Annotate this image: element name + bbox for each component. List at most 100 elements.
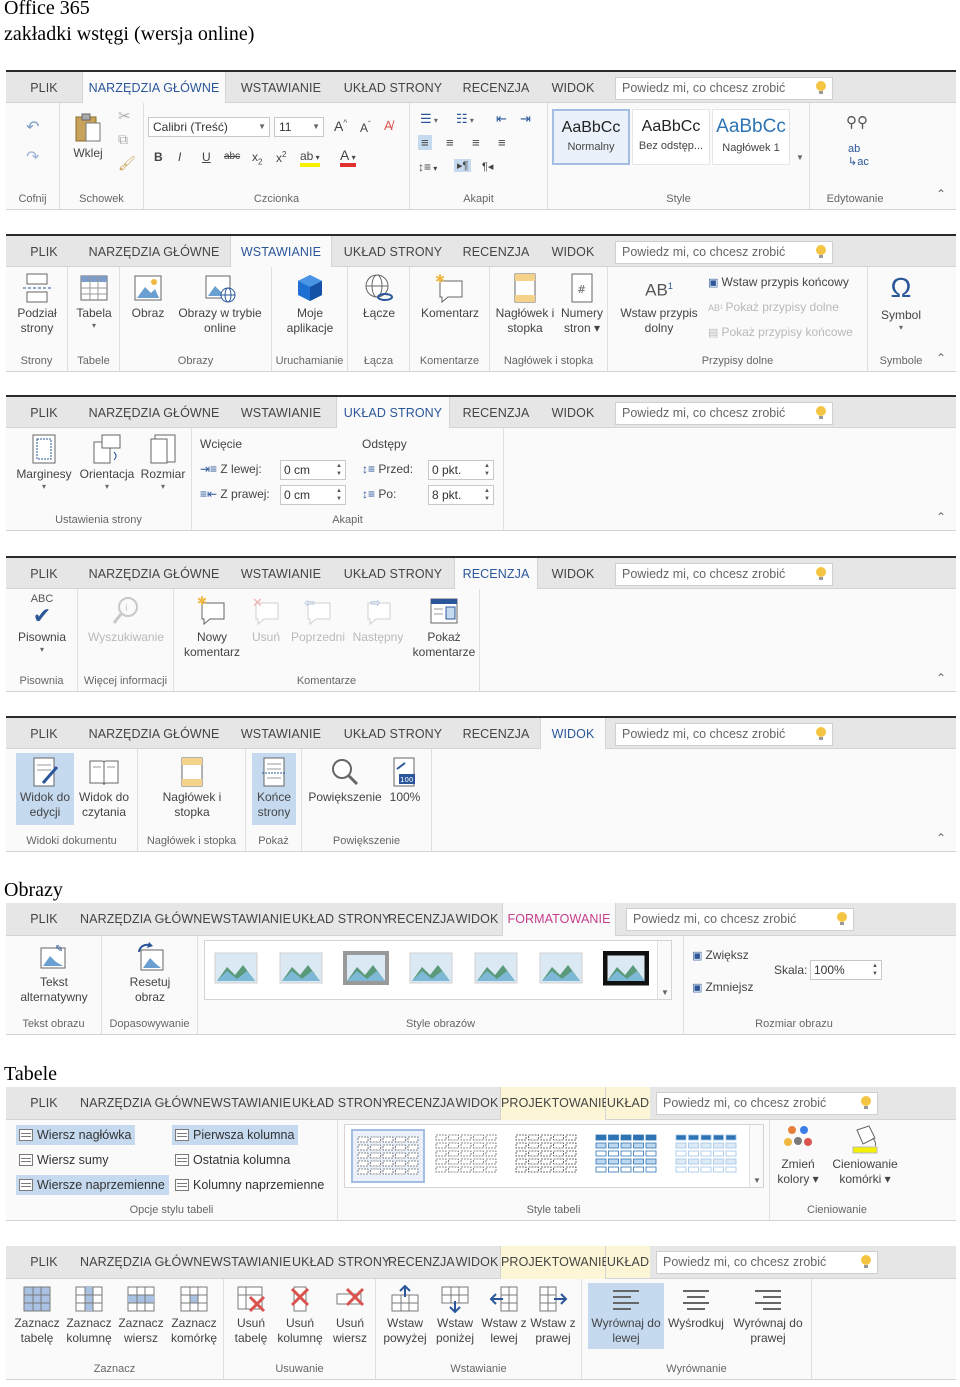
grow-button[interactable]: ▣ Zwiększ bbox=[692, 948, 749, 962]
tab-insert[interactable]: WSTAWIANIE bbox=[234, 718, 328, 750]
page-numbers-button[interactable]: # Numery stron ▾ bbox=[558, 273, 606, 336]
tab-file[interactable]: PLIK bbox=[18, 236, 70, 268]
select-column-button[interactable]: Zaznacz kolumnę bbox=[64, 1285, 114, 1346]
tell-me-input[interactable]: Powiedz mi, co chcesz zrobić bbox=[626, 908, 854, 931]
cell-shading-button[interactable]: Cieniowanie komórki ▾ bbox=[828, 1124, 902, 1187]
table-style-thumbnail[interactable] bbox=[431, 1129, 505, 1183]
table-style-thumbnail[interactable] bbox=[591, 1129, 665, 1183]
picture-style-thumbnail[interactable] bbox=[278, 951, 324, 987]
tab-review[interactable]: RECENZJA bbox=[458, 718, 534, 750]
tab-home[interactable]: NARZĘDZIA GŁÓWNE bbox=[82, 558, 226, 590]
lookup-button[interactable]: i Wyszukiwanie bbox=[82, 595, 170, 645]
gallery-more-icon[interactable]: ▼ bbox=[749, 1125, 763, 1187]
tab-insert[interactable]: WSTAWIANIE bbox=[230, 236, 332, 269]
tab-view[interactable]: WIDOK bbox=[452, 903, 502, 935]
align-right-icon[interactable]: ≡ bbox=[472, 135, 480, 150]
tab-layout[interactable]: UKŁAD STRONY bbox=[340, 718, 446, 750]
numbering-icon[interactable]: ☷ ▾ bbox=[456, 111, 474, 127]
tab-insert[interactable]: WSTAWIANIE bbox=[208, 903, 294, 935]
tab-view[interactable]: WIDOK bbox=[452, 1087, 502, 1119]
collapse-ribbon-icon[interactable]: ⌃ bbox=[936, 831, 946, 845]
tab-view[interactable]: WIDOK bbox=[544, 72, 602, 104]
tab-layout[interactable]: UKŁAD STRONY bbox=[292, 1087, 390, 1119]
tab-insert[interactable]: WSTAWIANIE bbox=[234, 558, 328, 590]
bullets-icon[interactable]: ☰ ▾ bbox=[420, 111, 438, 127]
line-spacing-icon[interactable]: ↕≡ ▾ bbox=[418, 160, 437, 174]
underline-icon[interactable]: U bbox=[202, 150, 211, 164]
tab-view[interactable]: WIDOK bbox=[544, 558, 602, 590]
style-heading-1[interactable]: AaBbCc Nagłówek 1 bbox=[712, 109, 790, 165]
table-styles-gallery[interactable]: ▼ bbox=[344, 1124, 764, 1188]
banded-rows-checkbox[interactable]: Wiersze naprzemienne bbox=[16, 1175, 169, 1195]
align-left-icon[interactable]: ≡ bbox=[418, 135, 432, 150]
style-no-spacing[interactable]: AaBbCc Bez odstęp... bbox=[632, 109, 710, 165]
table-style-thumbnail[interactable] bbox=[351, 1129, 425, 1183]
redo-icon[interactable]: ↷ bbox=[26, 147, 39, 167]
tab-file[interactable]: PLIK bbox=[18, 1087, 70, 1119]
undo-icon[interactable]: ↶ bbox=[26, 117, 39, 137]
tab-layout[interactable]: UKŁAD STRONY bbox=[340, 236, 446, 268]
next-comment-button[interactable]: ⇨ Następny bbox=[350, 595, 406, 645]
align-center-icon[interactable]: ≡ bbox=[446, 135, 454, 150]
font-size-combo[interactable]: 11 ▼ bbox=[274, 117, 324, 137]
tab-home[interactable]: NARZĘDZIA GŁÓWNE bbox=[82, 236, 226, 268]
last-column-checkbox[interactable]: Ostatnia kolumna bbox=[172, 1150, 294, 1170]
link-button[interactable]: Łącze bbox=[356, 273, 402, 321]
superscript-icon[interactable]: x2 bbox=[276, 150, 286, 165]
scale-field[interactable]: 100% ▲ ▼ bbox=[810, 960, 882, 980]
tab-view[interactable]: WIDOK bbox=[540, 718, 606, 751]
tab-file[interactable]: PLIK bbox=[18, 558, 70, 590]
tab-table-layout[interactable]: UKŁAD bbox=[606, 1246, 650, 1278]
picture-style-thumbnail[interactable] bbox=[343, 951, 389, 987]
insert-above-button[interactable]: Wstaw powyżej bbox=[380, 1285, 430, 1346]
previous-comment-button[interactable]: ⇦ Poprzedni bbox=[286, 595, 350, 645]
style-normal[interactable]: AaBbCc Normalny bbox=[552, 109, 630, 165]
insert-left-button[interactable]: Wstaw z lewej bbox=[480, 1285, 528, 1346]
tab-insert[interactable]: WSTAWIANIE bbox=[234, 72, 328, 104]
tab-home[interactable]: NARZĘDZIA GŁÓWNE bbox=[82, 718, 226, 750]
tab-layout[interactable]: UKŁAD STRONY bbox=[340, 72, 446, 104]
tab-review[interactable]: RECENZJA bbox=[388, 1087, 455, 1119]
rtl-icon[interactable]: ¶◂ bbox=[482, 160, 493, 173]
tab-layout[interactable]: UKŁAD STRONY bbox=[292, 1246, 390, 1278]
tab-layout[interactable]: UKŁAD STRONY bbox=[340, 558, 446, 590]
collapse-ribbon-icon[interactable]: ⌃ bbox=[936, 671, 946, 685]
insert-right-button[interactable]: Wstaw z prawej bbox=[528, 1285, 578, 1346]
my-apps-button[interactable]: Moje aplikacje bbox=[282, 273, 338, 336]
tab-view[interactable]: WIDOK bbox=[544, 397, 602, 429]
tab-review[interactable]: RECENZJA bbox=[388, 1246, 455, 1278]
table-style-thumbnail[interactable] bbox=[511, 1129, 585, 1183]
tell-me-input[interactable]: Powiedz mi, co chcesz zrobić bbox=[656, 1092, 878, 1115]
justify-icon[interactable]: ≡ bbox=[498, 135, 506, 150]
tab-home[interactable]: NARZĘDZIA GŁÓWNE bbox=[80, 1246, 211, 1278]
copy-icon[interactable]: ⧉ bbox=[118, 131, 128, 148]
banded-columns-checkbox[interactable]: Kolumny naprzemienne bbox=[172, 1175, 328, 1195]
tab-file[interactable]: PLIK bbox=[18, 903, 70, 935]
insert-endnote-button[interactable]: ▣ Wstaw przypis końcowy bbox=[708, 275, 849, 289]
tab-table-design[interactable]: PROJEKTOWANIE bbox=[500, 1246, 610, 1279]
orientation-button[interactable]: Orientacja ▾ bbox=[76, 434, 138, 491]
tab-review[interactable]: RECENZJA bbox=[454, 558, 538, 591]
center-button[interactable]: Wyśrodkuj bbox=[664, 1283, 728, 1331]
tell-me-input[interactable]: Powiedz mi, co chcesz zrobić bbox=[656, 1251, 878, 1274]
paste-button[interactable]: Wklej bbox=[68, 111, 108, 161]
insert-footnote-button[interactable]: AB1 Wstaw przypis dolny bbox=[614, 279, 704, 336]
show-endnotes-button[interactable]: ▤ Pokaż przypisy końcowe bbox=[708, 325, 853, 339]
bold-icon[interactable]: B bbox=[154, 150, 163, 164]
find-icon[interactable]: ⚲⚲ bbox=[846, 113, 868, 131]
spacing-after-field[interactable]: 8 pkt. ▲ ▼ bbox=[428, 485, 494, 505]
spelling-button[interactable]: ABC ✔ Pisownia ▾ bbox=[12, 593, 72, 654]
table-style-thumbnail[interactable] bbox=[671, 1129, 745, 1183]
format-painter-icon[interactable]: 🖌 bbox=[118, 155, 136, 172]
tab-file[interactable]: PLIK bbox=[18, 72, 70, 104]
show-comments-button[interactable]: Pokaż komentarze bbox=[410, 595, 478, 660]
tab-file[interactable]: PLIK bbox=[18, 718, 70, 750]
tell-me-input[interactable]: Powiedz mi, co chcesz zrobić bbox=[615, 723, 833, 746]
delete-row-button[interactable]: Usuń wiersz bbox=[328, 1285, 372, 1346]
picture-style-thumbnail[interactable] bbox=[408, 951, 454, 987]
align-right-button[interactable]: Wyrównaj do prawej bbox=[728, 1283, 808, 1346]
tab-format[interactable]: FORMATOWANIE bbox=[502, 903, 616, 936]
tab-insert[interactable]: WSTAWIANIE bbox=[208, 1087, 294, 1119]
comment-button[interactable]: ✱ Komentarz bbox=[416, 273, 484, 321]
spacing-before-field[interactable]: 0 pkt. ▲ ▼ bbox=[428, 460, 494, 480]
